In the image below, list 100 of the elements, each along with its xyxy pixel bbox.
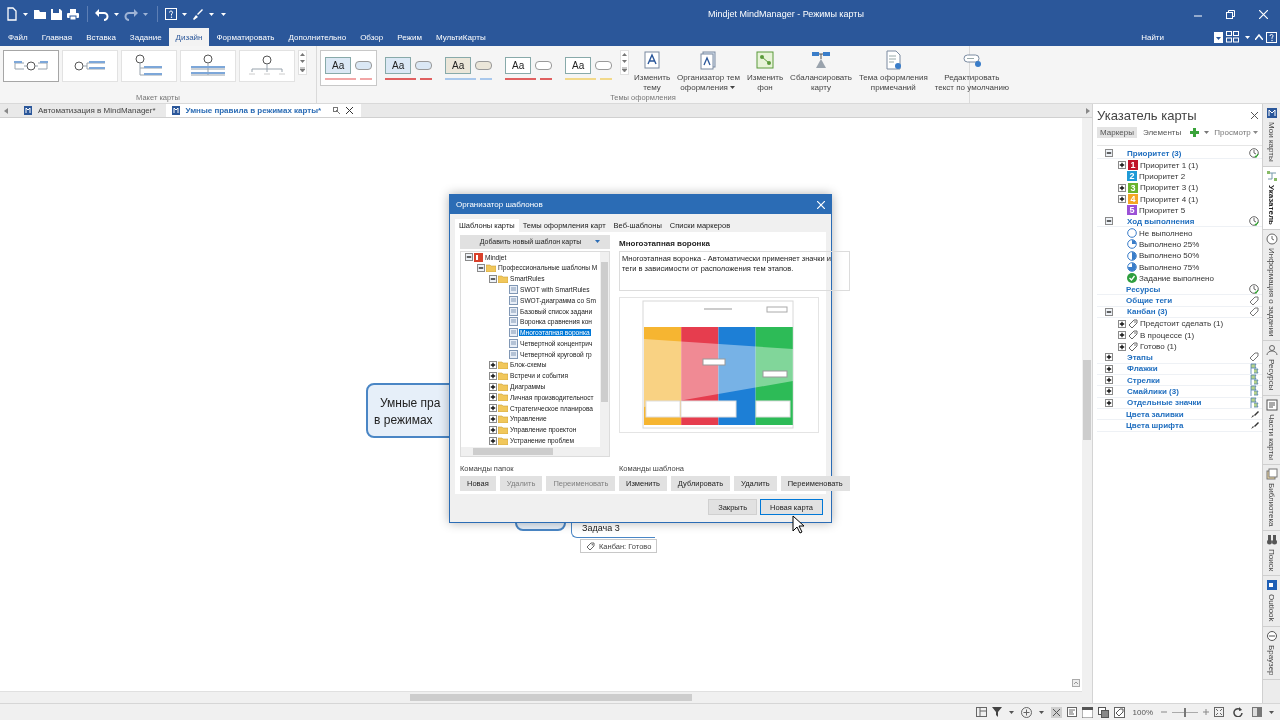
panel-tab[interactable]: Элементы	[1139, 127, 1185, 138]
ribbon-button[interactable]: Сбалансировать карту	[788, 50, 854, 93]
caret-icon[interactable]	[221, 12, 226, 16]
view-dropdown[interactable]: Просмотр	[1214, 128, 1260, 137]
marker-item[interactable]: Предстоит сделать (1)	[1140, 319, 1224, 329]
scroll-left-icon[interactable]	[4, 107, 8, 114]
expand-icon[interactable]	[489, 371, 497, 380]
expand-icon[interactable]	[489, 436, 497, 445]
calendar-icon[interactable]	[1081, 706, 1093, 718]
fit-map-icon[interactable]	[1050, 706, 1062, 718]
more-icon[interactable]	[622, 67, 627, 72]
marker-group[interactable]: Смайлики (3)	[1127, 386, 1179, 396]
ribbon-button[interactable]: Изменить фон	[745, 50, 786, 93]
marker-item[interactable]: Задание выполнено	[1139, 273, 1214, 283]
new-document-icon[interactable]	[6, 7, 18, 21]
collapse-icon[interactable]	[465, 253, 473, 261]
more-icon[interactable]	[300, 67, 305, 72]
ribbon-button[interactable]: Изменить тему	[632, 50, 673, 93]
scrollbar-thumb[interactable]	[1083, 360, 1091, 440]
window-icon[interactable]	[1214, 31, 1223, 43]
marker-group[interactable]: Ресурсы	[1126, 284, 1161, 294]
marker-item[interactable]: В процессе (1)	[1140, 330, 1195, 340]
zoom-slider[interactable]	[1172, 707, 1198, 717]
menu-tab[interactable]: Дополнительно	[281, 28, 354, 46]
scroll-down-icon[interactable]	[300, 60, 305, 63]
menu-tab[interactable]: Режим	[390, 28, 429, 46]
help-icon[interactable]	[165, 8, 177, 20]
collapse-icon[interactable]	[477, 263, 485, 272]
menu-tab[interactable]: МультиКарты	[428, 28, 493, 46]
caret-icon[interactable]	[1038, 710, 1044, 714]
filter-icon[interactable]	[991, 707, 1002, 717]
add-topic-icon[interactable]	[1020, 706, 1032, 718]
redo-icon[interactable]	[124, 7, 138, 21]
restore-icon[interactable]	[1226, 9, 1235, 19]
marker-group[interactable]: Цвета заливки	[1126, 409, 1184, 419]
marker-item[interactable]: Не выполнено	[1139, 228, 1193, 238]
marker-group[interactable]: Общие теги	[1126, 296, 1173, 306]
collapse-ribbon-icon[interactable]	[1255, 34, 1263, 40]
caret-icon[interactable]	[114, 12, 119, 16]
side-tab[interactable]: Браузер	[1263, 626, 1280, 681]
side-tab[interactable]: Мои карты	[1263, 104, 1280, 167]
marker-group[interactable]: Ход выполнения	[1127, 216, 1195, 226]
scroll-right-icon[interactable]	[1086, 107, 1090, 114]
marker-group[interactable]: Стрелки	[1127, 375, 1161, 385]
marker-group[interactable]: Канбан (3)	[1127, 307, 1168, 317]
document-tab[interactable]: Умные правила в режимах карты*	[165, 104, 362, 117]
scroll-up-icon[interactable]	[622, 53, 627, 56]
brush-icon[interactable]	[192, 8, 204, 20]
marker-item[interactable]: Готово (1)	[1140, 342, 1177, 351]
expand-icon[interactable]	[1118, 342, 1126, 351]
fit-page-icon[interactable]	[1214, 707, 1224, 717]
caret-icon[interactable]	[1245, 35, 1250, 39]
marker-group[interactable]: Отдельные значки	[1127, 398, 1202, 408]
theme-button[interactable]: Aa	[320, 50, 377, 86]
side-tab[interactable]: Ресурсы	[1263, 341, 1280, 396]
vertical-scrollbar[interactable]	[1082, 118, 1092, 691]
caret-icon[interactable]	[23, 12, 28, 16]
menu-tab[interactable]: Обзор	[353, 28, 391, 46]
expand-icon[interactable]	[1118, 161, 1126, 169]
ribbon-button[interactable]: Тема оформления примечаний	[856, 50, 930, 93]
panel-icon[interactable]	[1252, 707, 1262, 717]
menu-tab[interactable]: Главная	[34, 28, 80, 46]
side-tab[interactable]: Поиск	[1263, 531, 1280, 577]
tag-icon[interactable]	[1113, 706, 1125, 718]
close-icon[interactable]	[1251, 111, 1258, 119]
side-tab[interactable]: Указатель	[1263, 166, 1280, 230]
expand-icon[interactable]	[1105, 376, 1113, 385]
scroll-up-icon[interactable]	[300, 53, 305, 56]
undo-icon[interactable]	[95, 7, 109, 21]
menu-tab[interactable]: Задание	[122, 28, 169, 46]
menu-tab[interactable]: Дизайн	[168, 28, 210, 46]
theme-button[interactable]: Aa	[560, 50, 617, 86]
scrollbar-thumb[interactable]	[410, 694, 692, 701]
marker-item[interactable]: Приоритет 3 (1)	[1140, 183, 1199, 193]
marker-group[interactable]: Цвета шрифта	[1126, 420, 1184, 430]
caret-icon[interactable]	[1269, 710, 1274, 714]
copy-icon[interactable]	[1097, 706, 1109, 718]
theme-button[interactable]: Aa	[500, 50, 557, 86]
open-folder-icon[interactable]	[33, 8, 47, 20]
pin-icon[interactable]	[333, 107, 341, 114]
collapse-icon[interactable]	[1105, 149, 1113, 158]
layout-view-icon[interactable]	[975, 707, 987, 717]
caret-icon[interactable]	[209, 12, 214, 16]
expand-icon[interactable]	[1105, 387, 1113, 396]
caret-icon[interactable]	[182, 12, 187, 16]
scrollbar-thumb[interactable]	[601, 261, 608, 402]
menu-tab[interactable]: Вставка	[79, 28, 123, 46]
marker-item[interactable]: Выполнено 50%	[1139, 251, 1200, 261]
marker-item[interactable]: Приоритет 1 (1)	[1140, 160, 1199, 170]
close-icon[interactable]	[346, 107, 354, 114]
caret-icon[interactable]	[1008, 710, 1014, 714]
save-icon[interactable]	[50, 7, 63, 21]
view-grid-icon[interactable]	[1226, 31, 1240, 43]
expand-icon[interactable]	[1118, 331, 1126, 340]
ribbon-button[interactable]: Организатор тем оформления	[675, 50, 742, 93]
marker-group[interactable]: Приоритет (3)	[1127, 148, 1182, 158]
expand-icon[interactable]	[489, 414, 497, 423]
expand-icon[interactable]	[1105, 398, 1113, 407]
find-link[interactable]: Найти	[1141, 28, 1164, 46]
menu-tab[interactable]: Файл	[1, 28, 35, 46]
